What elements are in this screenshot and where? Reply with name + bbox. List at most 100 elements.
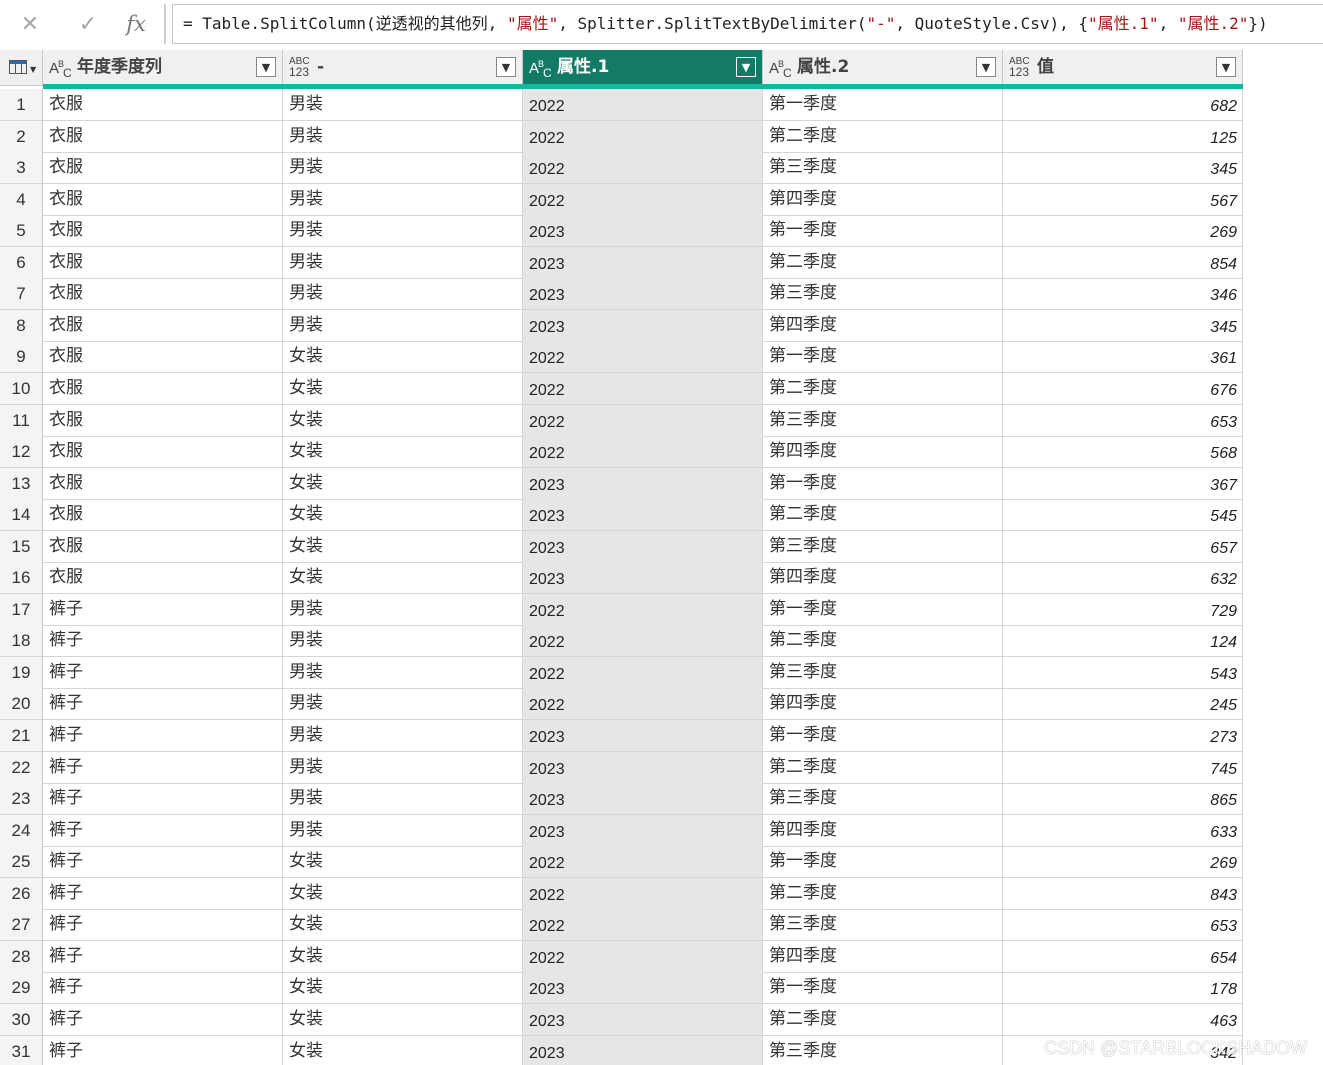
table-cell-year[interactable]: 2022 xyxy=(523,404,763,437)
table-cell-value[interactable]: 567 xyxy=(1003,183,1243,216)
table-cell-value[interactable]: 632 xyxy=(1003,562,1243,595)
column-header[interactable]: ABC 123- ▼ xyxy=(283,50,523,86)
column-header[interactable]: ABC 属性.2 ▼ xyxy=(763,50,1003,86)
table-cell[interactable]: 裤子 xyxy=(43,751,283,784)
table-cell[interactable]: 裤子 xyxy=(43,783,283,816)
table-cell-value[interactable]: 543 xyxy=(1003,656,1243,689)
table-cell[interactable]: 男装 xyxy=(283,152,523,185)
table-cell[interactable]: 第一季度 xyxy=(763,89,1003,121)
table-cell-year[interactable]: 2023 xyxy=(523,309,763,342)
filter-dropdown-icon[interactable]: ▼ xyxy=(496,57,516,77)
row-number[interactable]: 18 xyxy=(0,625,43,658)
table-cell[interactable]: 衣服 xyxy=(43,309,283,342)
table-cell-value[interactable]: 633 xyxy=(1003,814,1243,847)
filter-dropdown-icon[interactable]: ▼ xyxy=(976,57,996,77)
table-cell[interactable]: 衣服 xyxy=(43,372,283,405)
table-cell[interactable]: 第四季度 xyxy=(763,940,1003,973)
column-header[interactable]: ABC 123 值 ▼ xyxy=(1003,50,1243,86)
table-cell[interactable]: 女装 xyxy=(283,372,523,405)
table-cell[interactable]: 第二季度 xyxy=(763,877,1003,910)
table-cell[interactable]: 裤子 xyxy=(43,814,283,847)
table-cell-value[interactable]: 269 xyxy=(1003,846,1243,879)
formula-input[interactable]: = Table.SplitColumn(逆透视的其他列, "属性", Split… xyxy=(172,4,1323,44)
table-cell-year[interactable]: 2023 xyxy=(523,246,763,279)
table-cell-value[interactable]: 245 xyxy=(1003,688,1243,721)
table-cell[interactable]: 第二季度 xyxy=(763,499,1003,532)
table-cell-year[interactable]: 2022 xyxy=(523,183,763,216)
table-cell[interactable]: 裤子 xyxy=(43,593,283,626)
table-cell[interactable]: 衣服 xyxy=(43,120,283,153)
table-cell[interactable]: 女装 xyxy=(283,846,523,879)
table-cell[interactable]: 男装 xyxy=(283,783,523,816)
table-cell[interactable]: 第三季度 xyxy=(763,530,1003,563)
table-cell-year[interactable]: 2022 xyxy=(523,656,763,689)
table-cell[interactable]: 第一季度 xyxy=(763,215,1003,248)
row-number[interactable]: 10 xyxy=(0,372,43,405)
table-cell-year[interactable]: 2022 xyxy=(523,593,763,626)
table-cell-year[interactable]: 2023 xyxy=(523,783,763,816)
table-cell-value[interactable]: 269 xyxy=(1003,215,1243,248)
table-cell[interactable]: 女装 xyxy=(283,562,523,595)
table-cell[interactable]: 裤子 xyxy=(43,1035,283,1065)
table-cell[interactable]: 第四季度 xyxy=(763,814,1003,847)
table-cell[interactable]: 第三季度 xyxy=(763,909,1003,942)
table-cell[interactable]: 衣服 xyxy=(43,246,283,279)
table-cell[interactable]: 衣服 xyxy=(43,89,283,121)
table-cell[interactable]: 女装 xyxy=(283,499,523,532)
table-cell[interactable]: 第三季度 xyxy=(763,783,1003,816)
table-cell-year[interactable]: 2022 xyxy=(523,877,763,910)
table-cell[interactable]: 女装 xyxy=(283,404,523,437)
column-header[interactable]: ABC 年度季度列 ▼ xyxy=(43,50,283,86)
row-number[interactable]: 31 xyxy=(0,1035,43,1065)
table-cell[interactable]: 男装 xyxy=(283,215,523,248)
table-cell[interactable]: 裤子 xyxy=(43,688,283,721)
row-number[interactable]: 12 xyxy=(0,436,43,469)
table-cell[interactable]: 女装 xyxy=(283,341,523,374)
table-cell[interactable]: 衣服 xyxy=(43,183,283,216)
row-number[interactable]: 28 xyxy=(0,940,43,973)
table-cell[interactable]: 裤子 xyxy=(43,1003,283,1036)
table-cell-value[interactable]: 273 xyxy=(1003,720,1243,752)
table-cell-value[interactable]: 568 xyxy=(1003,436,1243,469)
row-number[interactable]: 6 xyxy=(0,246,43,279)
table-cell-year[interactable]: 2022 xyxy=(523,152,763,185)
table-cell[interactable]: 第一季度 xyxy=(763,972,1003,1005)
row-number[interactable]: 21 xyxy=(0,720,43,752)
table-cell[interactable]: 第二季度 xyxy=(763,751,1003,784)
text-type-icon[interactable]: ABC xyxy=(49,59,72,79)
table-cell-year[interactable]: 2023 xyxy=(523,814,763,847)
table-cell-year[interactable]: 2023 xyxy=(523,215,763,248)
table-cell[interactable]: 男装 xyxy=(283,309,523,342)
table-cell[interactable]: 裤子 xyxy=(43,656,283,689)
row-number[interactable]: 15 xyxy=(0,530,43,563)
table-cell[interactable]: 第一季度 xyxy=(763,593,1003,626)
table-cell[interactable]: 裤子 xyxy=(43,909,283,942)
row-number[interactable]: 14 xyxy=(0,499,43,532)
table-cell[interactable]: 衣服 xyxy=(43,404,283,437)
table-cell-value[interactable]: 124 xyxy=(1003,625,1243,658)
table-cell-value[interactable]: 729 xyxy=(1003,593,1243,626)
table-cell-year[interactable]: 2022 xyxy=(523,89,763,121)
table-cell-value[interactable]: 463 xyxy=(1003,1003,1243,1036)
table-cell-value[interactable]: 657 xyxy=(1003,530,1243,563)
table-cell[interactable]: 衣服 xyxy=(43,341,283,374)
table-cell[interactable]: 第二季度 xyxy=(763,372,1003,405)
table-cell[interactable]: 第四季度 xyxy=(763,688,1003,721)
table-cell[interactable]: 男装 xyxy=(283,625,523,658)
row-number[interactable]: 23 xyxy=(0,783,43,816)
table-cell-year[interactable]: 2023 xyxy=(523,562,763,595)
table-cell[interactable]: 男装 xyxy=(283,720,523,752)
table-cell-year[interactable]: 2022 xyxy=(523,341,763,374)
table-cell[interactable]: 男装 xyxy=(283,593,523,626)
filter-dropdown-icon[interactable]: ▼ xyxy=(256,57,276,77)
table-cell[interactable]: 第三季度 xyxy=(763,404,1003,437)
table-cell[interactable]: 衣服 xyxy=(43,278,283,311)
table-cell-year[interactable]: 2023 xyxy=(523,751,763,784)
table-cell-year[interactable]: 2023 xyxy=(523,499,763,532)
table-cell-year[interactable]: 2022 xyxy=(523,372,763,405)
any-type-icon[interactable]: ABC 123 xyxy=(289,57,310,79)
row-number[interactable]: 24 xyxy=(0,814,43,847)
filter-dropdown-icon[interactable]: ▼ xyxy=(1216,57,1236,77)
table-cell-year[interactable]: 2023 xyxy=(523,972,763,1005)
row-number[interactable]: 5 xyxy=(0,215,43,248)
